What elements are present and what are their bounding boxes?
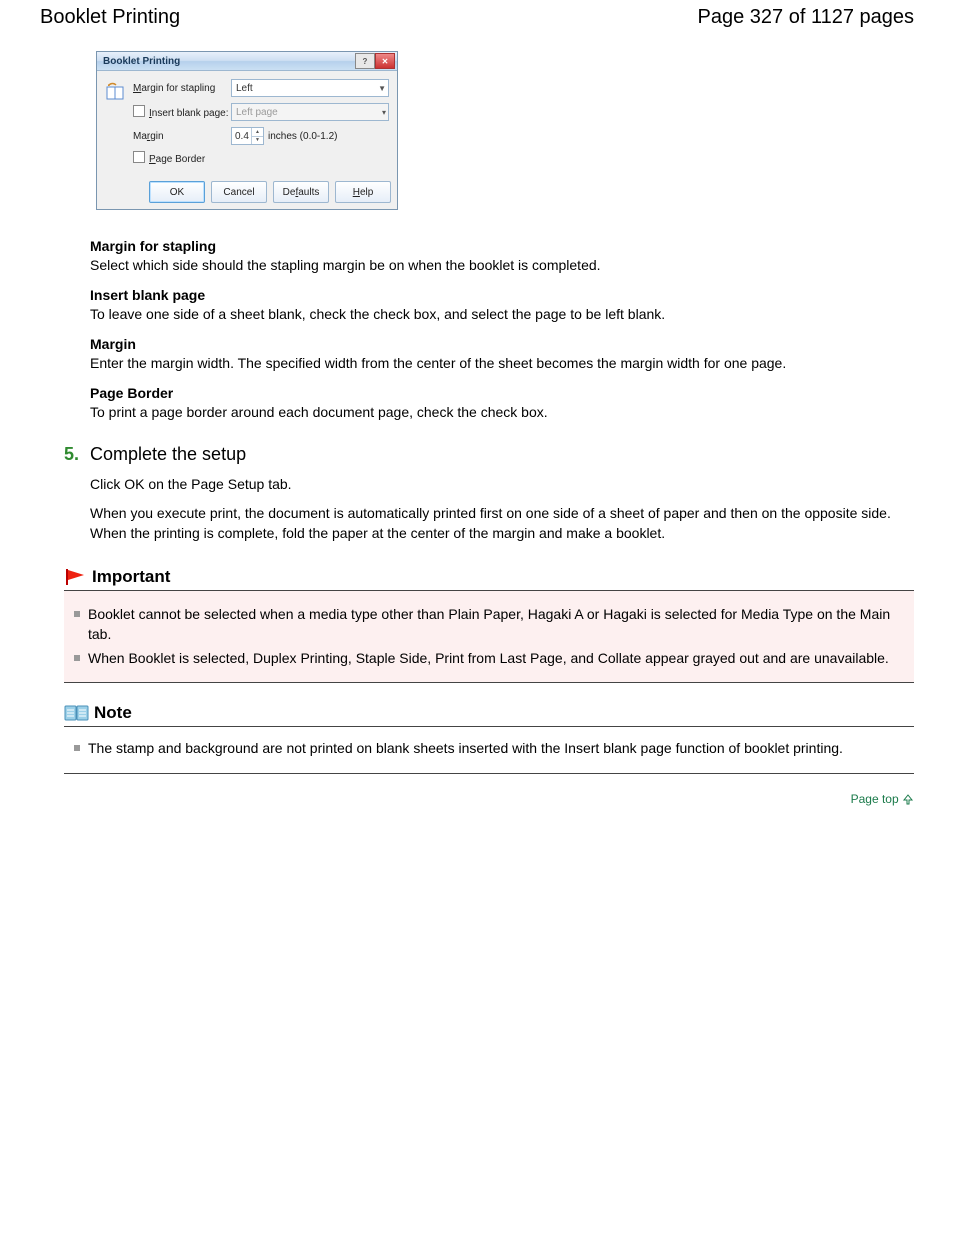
spinner-up-icon[interactable]: ▲ [252, 128, 263, 137]
list-item: The stamp and background are not printed… [88, 739, 908, 759]
term-heading: Margin for stapling [90, 238, 914, 254]
term-heading: Page Border [90, 385, 914, 401]
step-number: 5. [64, 444, 90, 465]
dialog-title: Booklet Printing [103, 56, 180, 67]
page-border-checkbox[interactable]: Page Border [133, 151, 389, 165]
note-heading: Note [94, 703, 132, 723]
booklet-icon [105, 81, 127, 103]
defaults-button[interactable]: Defaults [273, 181, 329, 203]
ok-button[interactable]: OK [149, 181, 205, 203]
step-text: When the printing is complete, fold the … [90, 524, 914, 544]
insert-blank-page-combo: Left page▾ [231, 103, 389, 121]
flag-icon [64, 568, 88, 586]
margin-spinner[interactable]: 0.4 ▲▼ [231, 127, 264, 145]
window-help-button[interactable]: ? [355, 53, 375, 69]
term-definition: Enter the margin width. The specified wi… [90, 354, 914, 373]
note-icon [64, 704, 90, 722]
doc-title: Booklet Printing [40, 6, 180, 29]
margin-label: Margin [133, 131, 231, 142]
margin-for-stapling-combo[interactable]: Left▼ [231, 79, 389, 97]
term-definition: To print a page border around each docum… [90, 403, 914, 422]
chevron-down-icon: ▾ [382, 108, 386, 117]
chevron-down-icon: ▼ [378, 84, 386, 93]
important-heading: Important [92, 567, 170, 587]
spinner-down-icon[interactable]: ▼ [252, 137, 263, 145]
window-close-button[interactable]: ✕ [375, 53, 395, 69]
arrow-up-icon [902, 793, 914, 805]
cancel-button[interactable]: Cancel [211, 181, 267, 203]
term-definition: Select which side should the stapling ma… [90, 256, 914, 275]
step-text: When you execute print, the document is … [90, 504, 914, 524]
booklet-printing-dialog: Booklet Printing ? ✕ Margin for stapling… [96, 51, 398, 210]
margin-for-stapling-label: Margin for stapling [133, 83, 231, 94]
help-button[interactable]: Help [335, 181, 391, 203]
insert-blank-page-checkbox[interactable]: Insert blank page: [133, 105, 231, 119]
list-item: Booklet cannot be selected when a media … [88, 605, 908, 644]
term-heading: Margin [90, 336, 914, 352]
term-definition: To leave one side of a sheet blank, chec… [90, 305, 914, 324]
term-heading: Insert blank page [90, 287, 914, 303]
dialog-titlebar: Booklet Printing ? ✕ [97, 52, 397, 71]
list-item: When Booklet is selected, Duplex Printin… [88, 649, 908, 669]
step-title: Complete the setup [90, 444, 246, 465]
step-text: Click OK on the Page Setup tab. [90, 475, 914, 495]
margin-range-label: inches (0.0-1.2) [268, 131, 337, 142]
page-top-link[interactable]: Page top [851, 792, 899, 806]
page-counter: Page 327 of 1127 pages [698, 6, 914, 29]
